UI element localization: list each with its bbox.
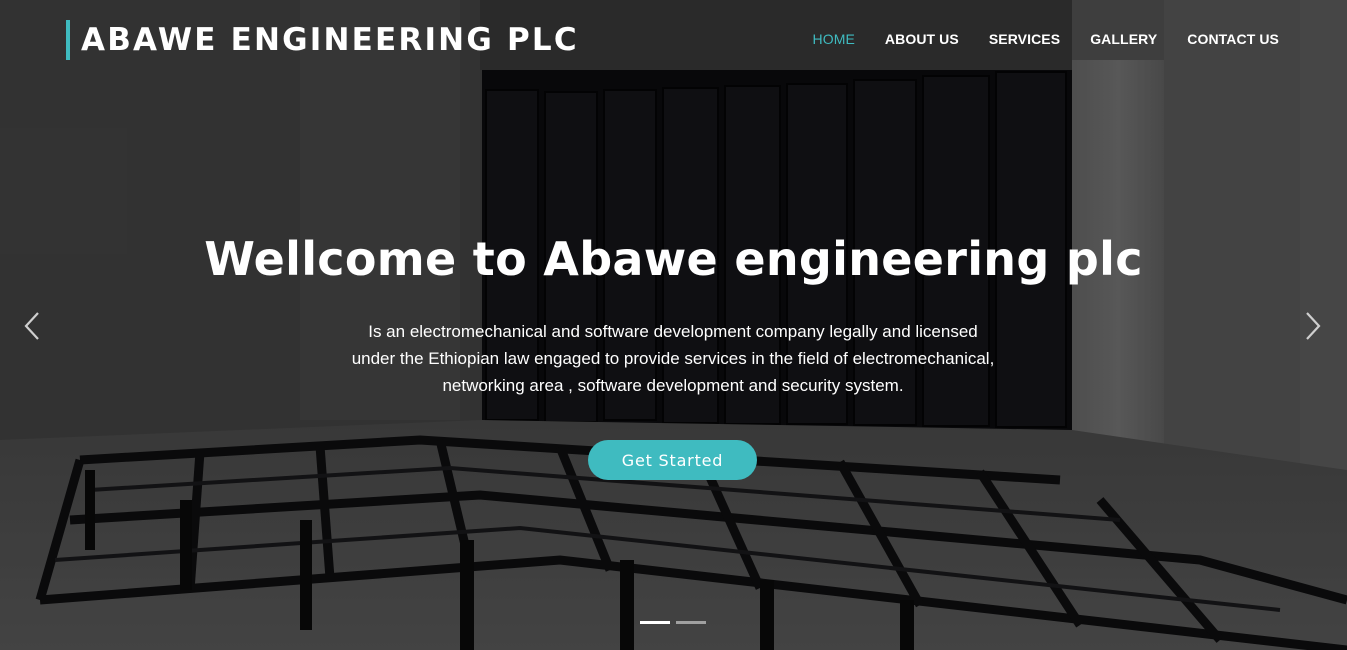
carousel-prev-button[interactable] <box>12 306 52 346</box>
nav-home[interactable]: HOME <box>813 30 855 48</box>
carousel-indicator-2[interactable] <box>676 621 706 624</box>
nav-contact-us[interactable]: CONTACT US <box>1187 30 1279 48</box>
brand-logo[interactable]: ABAWE ENGINEERING PLC <box>66 20 579 60</box>
hero-title: Wellcome to Abawe engineering plc <box>204 232 1143 286</box>
hero-carousel: ABAWE ENGINEERING PLC HOME ABOUT US SERV… <box>0 0 1347 650</box>
carousel-indicator-1[interactable] <box>640 621 670 624</box>
main-navigation: HOME ABOUT US SERVICES GALLERY CONTACT U… <box>783 30 1280 48</box>
chevron-right-icon <box>1306 312 1321 340</box>
brand-name[interactable]: ABAWE ENGINEERING PLC <box>81 20 579 60</box>
chevron-left-icon <box>24 312 39 340</box>
get-started-button[interactable]: Get Started <box>588 440 757 480</box>
carousel-indicators <box>640 621 706 624</box>
carousel-next-button[interactable] <box>1293 306 1333 346</box>
hero-description: Is an electromechanical and software dev… <box>351 322 995 395</box>
nav-about-us[interactable]: ABOUT US <box>885 30 959 48</box>
nav-gallery[interactable]: GALLERY <box>1090 30 1157 48</box>
nav-services[interactable]: SERVICES <box>989 30 1060 48</box>
